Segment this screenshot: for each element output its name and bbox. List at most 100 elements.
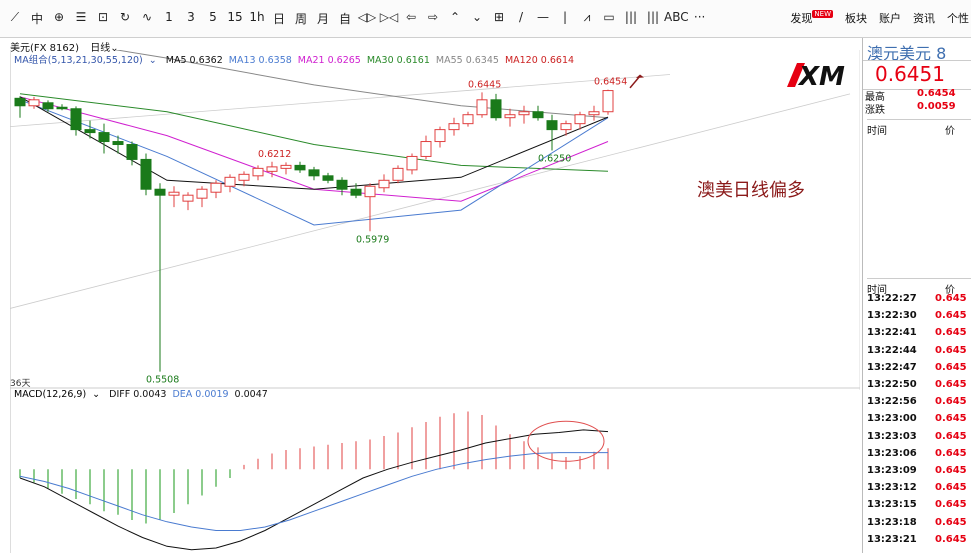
candle-body [560, 123, 572, 131]
candle-body [294, 164, 306, 171]
toolbar-tool-26[interactable]: ⩘ [576, 10, 598, 27]
toolbar-tool-12[interactable]: 日 [268, 10, 290, 27]
candle-body [140, 158, 152, 190]
price-label: 0.6250 [538, 153, 571, 164]
candle-body [420, 141, 432, 157]
tick-price: 0.645 [935, 465, 967, 476]
tick-row[interactable]: 13:22:47 0.645 [867, 362, 971, 373]
toolbar-tool-3[interactable]: ☰ [70, 10, 92, 27]
toolbar-tool-18[interactable]: ⇦ [400, 10, 422, 27]
candle-body [280, 164, 292, 169]
toolbar-tool-27[interactable]: ▭ [598, 10, 620, 27]
price-label: 0.5508 [146, 375, 179, 386]
ma-group-label[interactable]: MA组合(5,13,21,30,55,120) [14, 55, 143, 66]
macd-legend-item: 0.0047 [234, 389, 268, 400]
toolbar: ⟋ 中 ⊕ ☰ ⊡ ↻ ∿ 1 3 5 15 1h 日周月自 ◁▷ ▷◁ ⇦ ⇨ ⌃ ⌄ ⊞ / — | ⩘ ▭ ||| ||| AB… [0, 0, 971, 38]
price-chart[interactable]: 0.5508 0.6212 0.5979 0.6445 0.6250 0.6454 [10, 50, 860, 390]
toolbar-tool-5[interactable]: ↻ [114, 10, 136, 27]
toolbar-tool-24[interactable]: — [532, 10, 554, 27]
candle-body [154, 188, 166, 196]
menu-item-2[interactable]: 账户 [879, 10, 901, 26]
tick-row[interactable]: 13:23:03 0.645 [867, 431, 971, 442]
candle-body [392, 167, 404, 181]
toolbar-tool-8[interactable]: 3 [180, 10, 202, 27]
candle-body [462, 114, 474, 125]
tick-row[interactable]: 13:23:12 0.645 [867, 482, 971, 493]
toolbar-tool-30[interactable]: ABC [664, 10, 689, 27]
toolbar-tool-11[interactable]: 1h [246, 10, 268, 27]
toolbar-tool-19[interactable]: ⇨ [422, 10, 444, 27]
ma-legend: MA组合(5,13,21,30,55,120) ⌄ MA5 0.6362 MA13 … [14, 52, 586, 66]
tick-row[interactable]: 13:23:00 0.645 [867, 413, 971, 424]
toolbar-tool-14[interactable]: 月 [312, 10, 334, 27]
candle-body [182, 194, 194, 202]
tick-time: 13:23:18 [867, 516, 917, 528]
tick-price: 0.645 [935, 533, 967, 545]
toolbar-tool-22[interactable]: ⊞ [488, 10, 510, 27]
macd-title[interactable]: MACD(12,26,9) [14, 389, 86, 400]
candle-body [70, 108, 82, 131]
toolbar-tool-4[interactable]: ⊡ [92, 10, 114, 27]
toolbar-tool-9[interactable]: 5 [202, 10, 224, 27]
annotation-text: 澳美日线偏多 [697, 180, 805, 201]
tick-row[interactable]: 13:22:41 0.645 [867, 327, 971, 338]
tick-price: 0.645 [935, 361, 967, 373]
toolbar-tool-0[interactable]: ⟋ [4, 10, 26, 27]
tick-price: 0.645 [935, 499, 967, 511]
candle-body [518, 111, 530, 116]
highlight-ellipse [527, 420, 605, 462]
toolbar-tool-16[interactable]: ◁▷ [356, 10, 378, 27]
high-value: 0.6454 [917, 88, 956, 99]
tick-price: 0.645 [935, 293, 967, 304]
channel-line [10, 74, 671, 128]
tick-row[interactable]: 13:23:06 0.645 [867, 448, 971, 459]
tick-time: 13:23:00 [867, 413, 917, 425]
tick-time: 13:22:41 [867, 327, 917, 339]
tick-row[interactable]: 13:22:30 0.645 [867, 310, 971, 321]
toolbar-tool-2[interactable]: ⊕ [48, 10, 70, 27]
quote-sidebar: 澳元美元 8 0.6451 最高 0.6454 涨跌 0.0059 时间价 时间价 … [862, 38, 971, 553]
candle-body [406, 155, 418, 171]
toolbar-tool-7[interactable]: 1 [158, 10, 180, 27]
toolbar-tool-1[interactable]: 中 [26, 10, 48, 27]
tick-row[interactable]: 13:22:50 0.645 [867, 379, 971, 390]
tick-row[interactable]: 13:23:21 0.645 [867, 534, 971, 545]
toolbar-tool-23[interactable]: / [510, 10, 532, 27]
menu-item-4[interactable]: 个性 [947, 10, 969, 26]
candle-body [308, 169, 320, 177]
tick-time: 13:23:12 [867, 482, 917, 494]
macd-legend-item: DEA 0.0019 [172, 389, 229, 400]
toolbar-tool-28[interactable]: ||| [620, 10, 642, 27]
tick-row[interactable]: 13:23:18 0.645 [867, 517, 971, 528]
tick-row[interactable]: 13:23:15 0.645 [867, 499, 971, 510]
candle-body [546, 120, 558, 131]
toolbar-tool-25[interactable]: | [554, 10, 576, 27]
tick-time: 13:22:27 [867, 293, 917, 304]
candle-body [98, 132, 110, 143]
xm-logo: XM [783, 57, 855, 93]
tick-row[interactable]: 13:23:09 0.645 [867, 465, 971, 476]
candle-body [238, 173, 250, 181]
tick-row[interactable]: 13:22:44 0.645 [867, 345, 971, 356]
toolbar-tool-6[interactable]: ∿ [136, 10, 158, 27]
toolbar-tool-10[interactable]: 15 [224, 10, 246, 27]
tick-row[interactable]: 13:22:27 0.645 [867, 293, 971, 304]
candle-body [504, 114, 516, 119]
toolbar-tool-17[interactable]: ▷◁ [378, 10, 400, 27]
macd-chart[interactable] [10, 393, 860, 553]
toolbar-tool-20[interactable]: ⌃ [444, 10, 466, 27]
logo-text: XM [797, 62, 845, 92]
toolbar-tool-15[interactable]: 自 [334, 10, 356, 27]
toolbar-tool-31[interactable]: ··· [689, 10, 711, 27]
tick-row[interactable]: 13:22:56 0.645 [867, 396, 971, 407]
menu-item-1[interactable]: 板块 [845, 10, 867, 26]
candle-body [28, 99, 40, 107]
tick-time: 13:22:56 [867, 396, 917, 408]
macd-legend-item: DIFF 0.0043 [109, 389, 167, 400]
toolbar-tool-21[interactable]: ⌄ [466, 10, 488, 27]
toolbar-tool-13[interactable]: 周 [290, 10, 312, 27]
tick-price: 0.645 [935, 327, 967, 339]
menu-item-3[interactable]: 资讯 [913, 10, 935, 26]
menu-item-0[interactable]: 发现 NEW [790, 10, 833, 26]
toolbar-tool-29[interactable]: ||| [642, 10, 664, 27]
